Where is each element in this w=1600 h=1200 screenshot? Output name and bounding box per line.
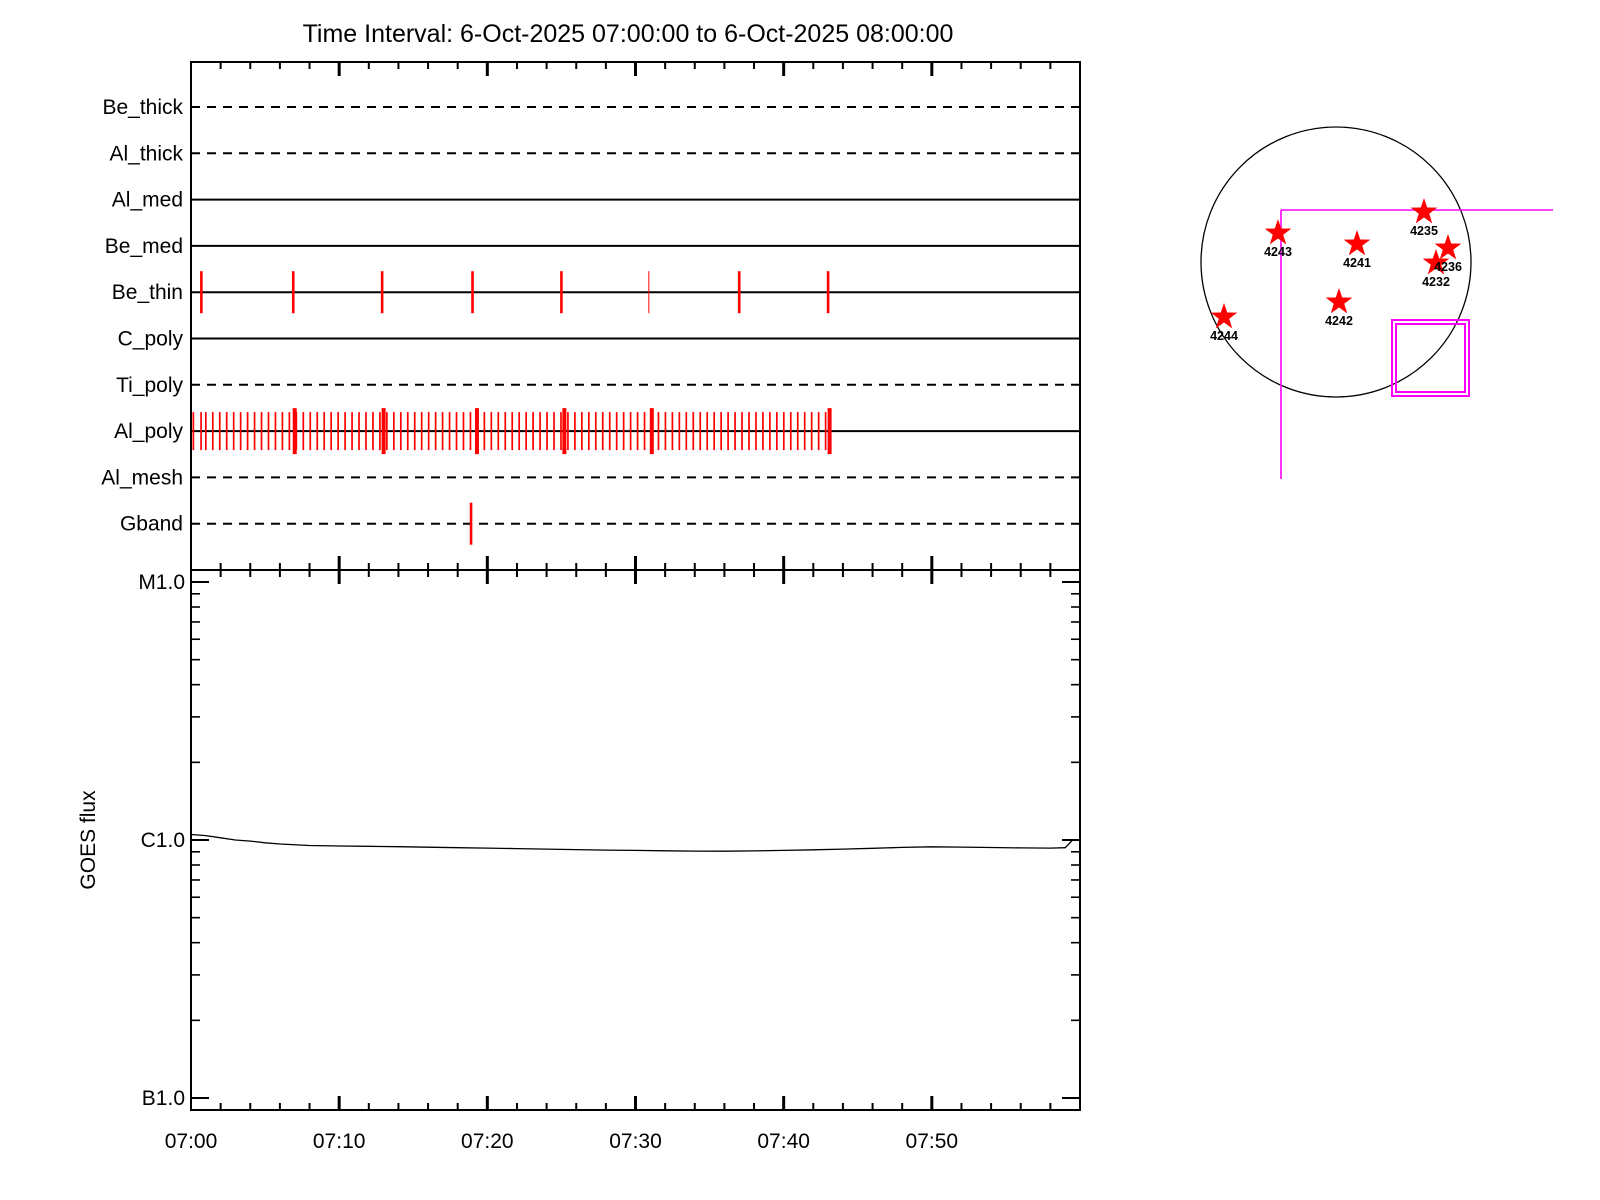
goes-x-tick-label: 07:30	[609, 1130, 662, 1153]
filter-row-label: Gband	[120, 513, 183, 536]
goes-panel-border	[190, 569, 1081, 1111]
goes-y-tick-label: B1.0	[142, 1087, 185, 1110]
timeline-row-be_thin: Be_thin	[112, 271, 1080, 314]
filter-row-label: Be_thin	[112, 281, 183, 304]
goes-x-tick-label: 07:00	[165, 1130, 218, 1153]
active-region-label: 4232	[1422, 275, 1450, 289]
filter-row-label: C_poly	[118, 328, 184, 351]
filter-row-label: Ti_poly	[116, 374, 183, 397]
filter-row-label: Al_med	[112, 189, 183, 212]
active-region-label: 4242	[1325, 314, 1353, 328]
filter-row-label: Be_med	[105, 235, 183, 258]
filter-row-label: Al_mesh	[101, 466, 183, 489]
timeline-panel-border	[190, 61, 1081, 571]
goes-x-tick-label: 07:50	[906, 1130, 959, 1153]
active-region-star	[1343, 230, 1371, 256]
active-region-star	[1264, 219, 1292, 245]
timeline-row-c_poly: C_poly	[118, 328, 1080, 351]
timeline-row-gband: Gband	[120, 502, 1080, 545]
solar-disk-panel: 4235 4243 4241 42364232 4242 4244	[1200, 126, 1553, 479]
timeline-row-be_med: Be_med	[105, 235, 1080, 258]
active-region-star	[1210, 303, 1238, 329]
goes-flux-curve	[190, 833, 1080, 852]
figure-canvas: Time Interval: 6-Oct-2025 07:00:00 to 6-…	[77, 20, 1553, 1153]
filter-row-label: Al_thick	[109, 142, 183, 165]
filter-timeline-panel: Be_thick Al_thick Al_med Be_med Be_thin C_pol…	[101, 61, 1081, 584]
timeline-row-al_mesh: Al_mesh	[101, 466, 1080, 489]
active-region-label: 4235	[1410, 224, 1438, 238]
goes-ylabel: GOES flux	[77, 790, 100, 890]
solar-obs-figure: Time Interval: 6-Oct-2025 07:00:00 to 6-…	[0, 0, 1600, 1200]
timeline-row-be_thick: Be_thick	[102, 96, 1080, 119]
active-region-label: 4244	[1210, 329, 1238, 343]
goes-x-tick-label: 07:40	[757, 1130, 810, 1153]
timeline-row-al_poly: Al_poly	[114, 408, 1080, 455]
timeline-row-al_med: Al_med	[112, 189, 1080, 212]
active-region-label: 4243	[1264, 245, 1292, 259]
active-region-label: 4236	[1434, 260, 1462, 274]
timeline-row-al_thick: Al_thick	[109, 142, 1080, 165]
timeline-row-ti_poly: Ti_poly	[116, 374, 1080, 397]
active-region-label: 4241	[1343, 256, 1371, 270]
goes-y-tick-label: M1.0	[138, 571, 185, 594]
goes-x-tick-label: 07:10	[313, 1130, 366, 1153]
filter-row-label: Be_thick	[102, 96, 183, 119]
active-region-star	[1325, 288, 1353, 314]
goes-y-tick-label: C1.0	[141, 829, 185, 852]
active-region-star	[1434, 234, 1462, 260]
goes-x-tick-label: 07:20	[461, 1130, 514, 1153]
goes-flux-panel: 07:00 07:10 07:20 07:30 07:40 07:50 M1.0 C1.0 B1…	[77, 569, 1081, 1153]
filter-row-label: Al_poly	[114, 420, 183, 443]
figure-title: Time Interval: 6-Oct-2025 07:00:00 to 6-…	[303, 20, 954, 48]
